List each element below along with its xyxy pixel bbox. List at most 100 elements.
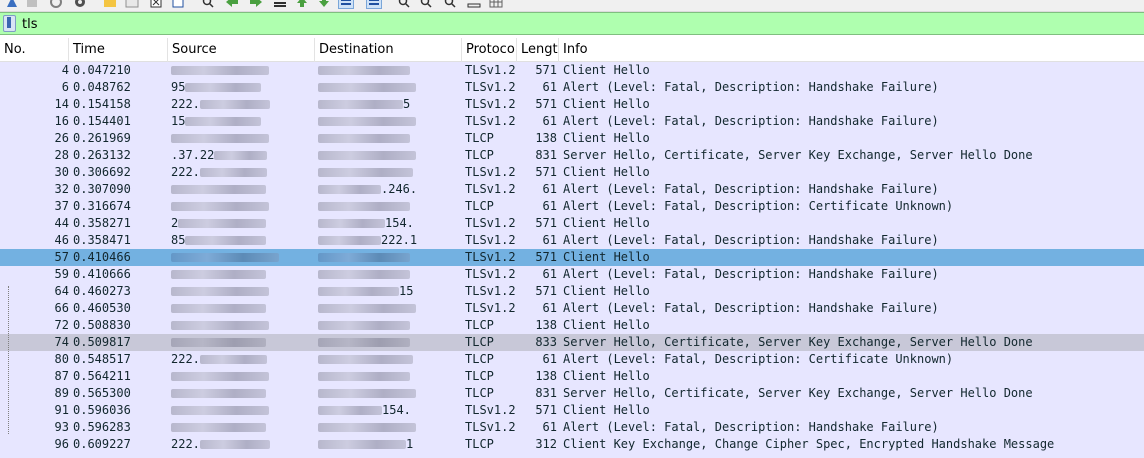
colorize-icon[interactable] bbox=[366, 0, 382, 9]
packet-destination-redacted bbox=[318, 249, 458, 266]
packet-row[interactable]: 74 0.509817 TLCP 833 Server Hello, Certifica… bbox=[0, 334, 1144, 351]
display-filter-bar bbox=[0, 12, 1144, 35]
zoom-out-icon[interactable] bbox=[418, 0, 434, 9]
packet-source-redacted bbox=[171, 198, 311, 215]
packet-number: 91 bbox=[54, 403, 69, 417]
packet-row[interactable]: 87 0.564211 TLCP 138 Client Hello bbox=[0, 368, 1144, 385]
packet-destination-redacted: 5 bbox=[318, 96, 458, 113]
stop-icon[interactable] bbox=[24, 0, 40, 9]
open-file-icon[interactable] bbox=[102, 0, 118, 9]
packet-row[interactable]: 28 0.263132 .37.22 TLCP 831 Server Hello, Cer… bbox=[0, 147, 1144, 164]
restart-icon[interactable] bbox=[48, 0, 64, 9]
packet-number: 37 bbox=[54, 199, 69, 213]
resize-columns-icon[interactable] bbox=[466, 0, 482, 9]
packet-time: 0.609227 bbox=[73, 437, 131, 451]
last-packet-icon[interactable] bbox=[316, 0, 332, 9]
go-back-icon[interactable] bbox=[224, 0, 240, 9]
reload-icon[interactable] bbox=[170, 0, 186, 9]
packet-info: Alert (Level: Fatal, Description: Handsh… bbox=[563, 80, 939, 94]
packet-source-redacted bbox=[171, 181, 311, 198]
packet-length: 61 bbox=[542, 80, 557, 94]
packet-protocol: TLSv1.2 bbox=[465, 420, 516, 434]
packet-row[interactable]: 6 0.048762 95 TLSv1.2 61 Alert (Level: Fatal,… bbox=[0, 79, 1144, 96]
first-packet-icon[interactable] bbox=[294, 0, 310, 9]
redaction-blur bbox=[171, 423, 266, 432]
packet-row[interactable]: 37 0.316674 TLCP 61 Alert (Level: Fatal, Des… bbox=[0, 198, 1144, 215]
go-forward-icon[interactable] bbox=[248, 0, 264, 9]
destination-visible-fragment: 1 bbox=[406, 437, 414, 451]
zoom-in-icon[interactable] bbox=[396, 0, 412, 9]
column-header-destination[interactable]: Destination bbox=[315, 38, 462, 62]
packet-time: 0.358471 bbox=[73, 233, 131, 247]
column-header-protocol[interactable]: Protoco bbox=[462, 38, 517, 62]
packet-info: Alert (Level: Fatal, Description: Handsh… bbox=[563, 233, 939, 247]
packet-row[interactable]: 72 0.508830 TLCP 138 Client Hello bbox=[0, 317, 1144, 334]
options-icon[interactable] bbox=[72, 0, 88, 9]
packet-source-redacted: 15 bbox=[171, 113, 311, 130]
packet-row[interactable]: 64 0.460273 15 TLSv1.2 571 Client Hello bbox=[0, 283, 1144, 300]
packet-time: 0.261969 bbox=[73, 131, 131, 145]
packet-protocol: TLCP bbox=[465, 148, 494, 162]
packet-number: 44 bbox=[54, 216, 69, 230]
packet-row[interactable]: 44 0.358271 2 154. TLSv1.2 571 Client Hello bbox=[0, 215, 1144, 232]
redaction-blur bbox=[178, 219, 267, 228]
destination-visible-fragment: 15 bbox=[399, 284, 414, 298]
packet-row[interactable]: 96 0.609227 222. 1 TLCP 312 Client Key Exchang… bbox=[0, 436, 1144, 453]
packet-number: 64 bbox=[54, 284, 69, 298]
close-file-icon[interactable] bbox=[148, 0, 164, 9]
go-to-packet-icon[interactable] bbox=[272, 0, 288, 9]
redaction-blur bbox=[318, 202, 410, 211]
packet-protocol: TLSv1.2 bbox=[465, 165, 516, 179]
redaction-blur bbox=[185, 236, 267, 245]
packet-length: 571 bbox=[535, 63, 557, 77]
packet-destination-redacted: .246. bbox=[318, 181, 458, 198]
column-header-time[interactable]: Time bbox=[69, 38, 168, 62]
packet-row[interactable]: 30 0.306692 222. TLSv1.2 571 Client Hello bbox=[0, 164, 1144, 181]
packet-row[interactable]: 32 0.307090 .246. TLSv1.2 61 Alert (Level: Fa… bbox=[0, 181, 1144, 198]
packet-destination-redacted bbox=[318, 453, 458, 458]
packet-row[interactable]: 26 0.261969 TLCP 138 Client Hello bbox=[0, 130, 1144, 147]
packet-row[interactable]: 46 0.358471 85 222.1 TLSv1.2 61 Alert (Level: … bbox=[0, 232, 1144, 249]
packet-row[interactable]: 16 0.154401 15 TLSv1.2 61 Alert (Level: Fatal… bbox=[0, 113, 1144, 130]
destination-visible-fragment: .246. bbox=[381, 182, 418, 196]
packet-source-redacted bbox=[171, 419, 311, 436]
packet-row[interactable]: 93 0.596283 TLSv1.2 61 Alert (Level: Fatal, … bbox=[0, 419, 1144, 436]
packet-row[interactable]: 91 0.596036 154. TLSv1.2 571 Client Hello bbox=[0, 402, 1144, 419]
bookmark-icon[interactable] bbox=[3, 15, 16, 32]
packet-row[interactable]: 89 0.565300 TLCP 831 Server Hello, Certifica… bbox=[0, 385, 1144, 402]
column-header-length[interactable]: Lengt bbox=[517, 38, 559, 62]
packet-source-redacted: 222. bbox=[171, 164, 311, 181]
find-icon[interactable] bbox=[200, 0, 216, 9]
packet-source-redacted: 85 bbox=[171, 232, 311, 249]
packet-time: 0.460273 bbox=[73, 284, 131, 298]
packet-row[interactable]: 59 0.410666 TLSv1.2 61 Alert (Level: Fatal, … bbox=[0, 266, 1144, 283]
destination-visible-fragment: 154. bbox=[382, 403, 411, 417]
packet-length: 831 bbox=[535, 148, 557, 162]
redaction-blur bbox=[171, 185, 266, 194]
packet-info: Alert (Level: Fatal, Description: Handsh… bbox=[563, 114, 939, 128]
packet-row[interactable]: 66 0.460530 TLSv1.2 61 Alert (Level: Fatal, … bbox=[0, 300, 1144, 317]
packet-row[interactable]: 14 0.154158 222. 5 TLSv1.2 571 Client Hello bbox=[0, 96, 1144, 113]
shark-fin-icon[interactable] bbox=[4, 0, 20, 9]
packet-row[interactable]: 80 0.548517 222. TLCP 61 Alert (Level: Fatal,… bbox=[0, 351, 1144, 368]
packet-row[interactable]: 4 0.047210 TLSv1.2 571 Client Hello bbox=[0, 62, 1144, 79]
packet-source-redacted bbox=[171, 266, 311, 283]
table-icon[interactable] bbox=[488, 0, 504, 9]
redaction-blur bbox=[199, 168, 267, 177]
normal-size-icon[interactable] bbox=[442, 0, 458, 9]
column-header-source[interactable]: Source bbox=[168, 38, 315, 62]
packet-info: Client Hello bbox=[563, 216, 650, 230]
save-file-icon[interactable] bbox=[124, 0, 140, 9]
display-filter-input[interactable] bbox=[20, 15, 1140, 33]
redaction-blur bbox=[199, 100, 270, 109]
redaction-blur bbox=[318, 321, 410, 330]
packet-row[interactable]: 57 0.410466 TLSv1.2 571 Client Hello bbox=[0, 249, 1144, 266]
packet-row[interactable] bbox=[0, 453, 1144, 458]
packet-source-redacted: 2 bbox=[171, 215, 311, 232]
packet-number: 46 bbox=[54, 233, 69, 247]
packet-source-redacted bbox=[171, 283, 311, 300]
auto-scroll-icon[interactable] bbox=[338, 0, 354, 9]
column-header-no[interactable]: No. bbox=[0, 38, 69, 62]
column-header-info[interactable]: Info bbox=[559, 38, 1144, 62]
packet-number: 96 bbox=[54, 437, 69, 451]
